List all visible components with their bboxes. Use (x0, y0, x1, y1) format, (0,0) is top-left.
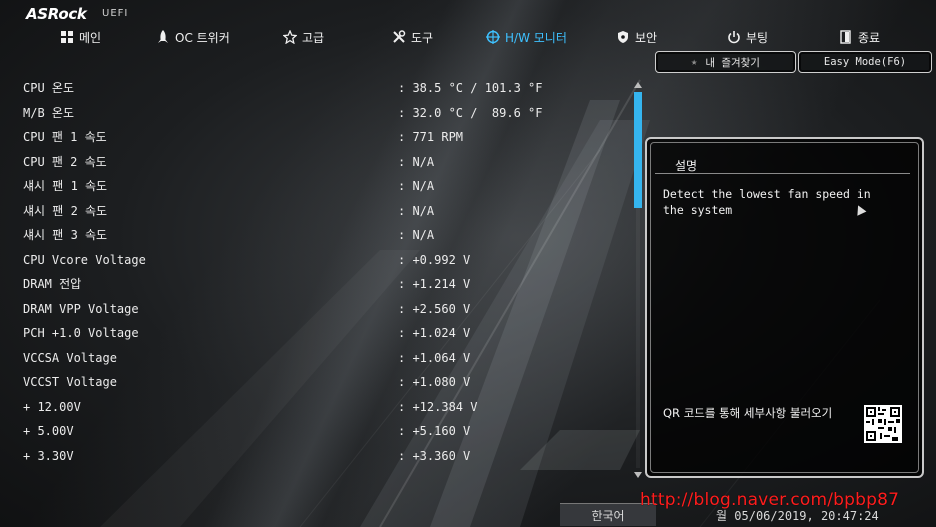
item-label: 섀시 팬 2 속도 (23, 203, 108, 218)
item-label: 섀시 팬 1 속도 (23, 179, 108, 193)
item-value: : 38.5 °C / 101.3 °F (398, 81, 543, 95)
list-item[interactable]: CPU Vcore Voltage : +0.992 V (23, 250, 583, 270)
watermark-url: http://blog.naver.com/bpbp87 (640, 490, 900, 510)
item-value: : N/A (398, 203, 435, 218)
grid-icon (61, 31, 73, 43)
list-item[interactable]: VCCSA Voltage : +1.064 V (23, 348, 583, 368)
brand-subtitle: UEFI (102, 8, 129, 19)
item-value: : N/A (398, 228, 435, 242)
item-label: VCCST Voltage (23, 375, 117, 389)
item-label: M/B 온도 (23, 105, 74, 120)
tab-tools[interactable]: 도구 (392, 26, 433, 48)
power-icon (728, 31, 740, 44)
favorites-button-label: 내 즐겨찾기 (705, 56, 760, 69)
list-item[interactable]: DRAM VPP Voltage : +2.560 V (23, 299, 583, 319)
list-item[interactable]: 섀시 팬 2 속도 : N/A (23, 201, 583, 221)
item-label: CPU Vcore Voltage (23, 252, 146, 267)
tab-main[interactable]: 메인 (60, 26, 101, 48)
tab-exit[interactable]: 종료 (839, 26, 880, 48)
item-label: + 5.00V (23, 424, 74, 438)
star-icon (283, 30, 297, 44)
item-value: : +3.360 V (398, 448, 471, 463)
tab-boot[interactable]: 부팅 (727, 26, 768, 48)
tab-oc-tweaker-label: OC 트위커 (175, 30, 230, 45)
item-value: : +5.160 V (398, 424, 471, 438)
list-item[interactable]: DRAM 전압 : +1.214 V (23, 274, 583, 294)
scroll-thumb[interactable] (634, 92, 642, 208)
qr-code-icon[interactable] (864, 405, 902, 443)
qr-caption: QR 코드를 통해 세부사항 불러오기 (663, 406, 833, 420)
item-value: : 771 RPM (398, 130, 464, 144)
tab-main-label: 메인 (79, 30, 102, 45)
favorites-button[interactable]: ★ 내 즐겨찾기 (655, 51, 796, 73)
description-panel: 설명 Detect the lowest fan speed in the sy… (645, 137, 924, 478)
item-label: CPU 팬 1 속도 (23, 130, 107, 144)
list-item[interactable]: 섀시 팬 1 속도 : N/A (23, 176, 583, 196)
tab-security-label: 보안 (635, 30, 658, 45)
list-item[interactable]: CPU 온도 : 38.5 °C / 101.3 °F (23, 78, 583, 98)
list-item[interactable]: CPU 팬 2 속도 : N/A (23, 152, 583, 172)
item-value: : +2.560 V (398, 301, 471, 316)
item-value: : +1.024 V (398, 326, 471, 340)
tab-advanced-label: 고급 (302, 30, 325, 45)
list-item[interactable]: 섀시 팬 3 속도 : N/A (23, 225, 583, 245)
item-label: DRAM 전압 (23, 277, 82, 291)
tab-tools-label: 도구 (411, 30, 434, 45)
tab-advanced[interactable]: 고급 (283, 26, 324, 48)
list-item[interactable]: + 5.00V : +5.160 V (23, 421, 583, 441)
item-label: CPU 온도 (23, 81, 74, 95)
tab-boot-label: 부팅 (746, 30, 769, 45)
shield-icon (618, 31, 628, 43)
item-label: + 12.00V (23, 399, 81, 414)
item-value: : +1.214 V (398, 277, 471, 291)
tab-hw-monitor[interactable]: H/W 모니터 (486, 26, 567, 48)
item-value: : N/A (398, 179, 435, 193)
exit-icon (840, 30, 851, 44)
tools-icon (393, 30, 406, 43)
item-value: : +0.992 V (398, 252, 471, 267)
scroll-down-arrow-icon[interactable] (634, 472, 642, 478)
tab-security[interactable]: 보안 (616, 26, 657, 48)
rocket-icon (158, 30, 168, 43)
brand-logo: ASRock (26, 5, 87, 23)
star-icon: ★ (691, 56, 698, 68)
item-value: : +1.064 V (398, 350, 471, 365)
tab-exit-label: 종료 (858, 30, 881, 45)
list-scrollbar[interactable] (633, 82, 643, 478)
item-value: : 32.0 °C / 89.6 °F (398, 105, 543, 120)
item-value: : +1.080 V (398, 375, 471, 389)
item-value: : N/A (398, 154, 435, 169)
item-label: + 3.30V (23, 448, 74, 463)
easy-mode-button[interactable]: Easy Mode(F6) (798, 51, 932, 73)
description-title: 설명 (675, 159, 698, 173)
list-item[interactable]: VCCST Voltage : +1.080 V (23, 372, 583, 392)
description-text: Detect the lowest fan speed in the syste… (663, 187, 871, 217)
tab-oc-tweaker[interactable]: OC 트위커 (156, 26, 230, 48)
list-item[interactable]: CPU 팬 1 속도 : 771 RPM (23, 127, 583, 147)
easy-mode-button-label: Easy Mode(F6) (823, 56, 907, 68)
list-item[interactable]: + 12.00V : +12.384 V (23, 397, 583, 417)
item-label: VCCSA Voltage (23, 350, 117, 365)
item-value: : +12.384 V (398, 399, 478, 414)
top-nav: 메인 OC 트위커 고급 도구 H/W 모니터 보안 부팅 종료 (0, 26, 936, 48)
item-label: CPU 팬 2 속도 (23, 154, 107, 169)
item-label: DRAM VPP Voltage (23, 301, 139, 316)
scroll-up-arrow-icon[interactable] (634, 82, 642, 88)
tab-hw-monitor-label: H/W 모니터 (505, 30, 567, 45)
list-item[interactable]: + 3.30V : +3.360 V (23, 446, 583, 466)
crosshair-icon (486, 30, 500, 44)
item-label: PCH +1.0 Voltage (23, 326, 139, 340)
list-item[interactable]: M/B 온도 : 32.0 °C / 89.6 °F (23, 103, 583, 123)
list-item[interactable]: PCH +1.0 Voltage : +1.024 V (23, 323, 583, 343)
item-label: 섀시 팬 3 속도 (23, 228, 108, 242)
divider (655, 173, 910, 174)
